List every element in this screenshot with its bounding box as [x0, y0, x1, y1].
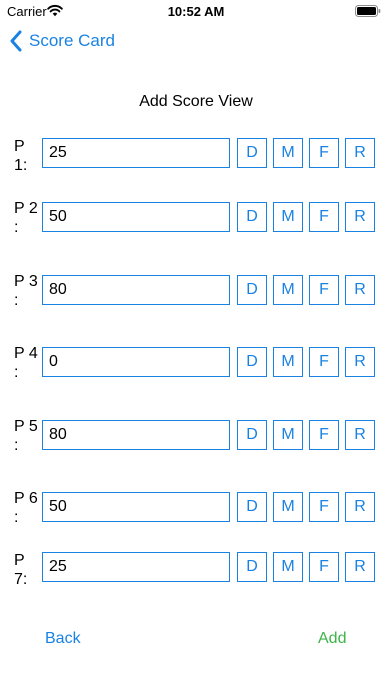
option-button-m[interactable]: M [273, 347, 303, 377]
status-bar: Carrier 10:52 AM [0, 0, 392, 22]
score-input[interactable] [42, 138, 230, 168]
chevron-left-icon [10, 30, 22, 52]
back-button[interactable]: Back [45, 630, 81, 648]
score-input[interactable] [42, 202, 230, 232]
option-button-r[interactable]: R [345, 202, 375, 232]
option-button-d[interactable]: D [237, 202, 267, 232]
option-button-m[interactable]: M [273, 552, 303, 582]
row-label: P 4 : [14, 345, 38, 381]
option-button-r[interactable]: R [345, 552, 375, 582]
option-button-r[interactable]: R [345, 275, 375, 305]
option-button-d[interactable]: D [237, 552, 267, 582]
battery-icon [355, 5, 381, 17]
score-input[interactable] [42, 275, 230, 305]
option-button-m[interactable]: M [273, 138, 303, 168]
row-label: P 3 : [14, 273, 38, 309]
option-button-m[interactable]: M [273, 202, 303, 232]
row-label: P 5 : [14, 418, 38, 454]
option-button-r[interactable]: R [345, 347, 375, 377]
row-label: P 2 : [14, 200, 38, 236]
option-button-r[interactable]: R [345, 492, 375, 522]
score-input[interactable] [42, 420, 230, 450]
option-button-f[interactable]: F [309, 420, 339, 450]
nav-back-button[interactable]: Score Card [9, 28, 115, 54]
option-button-f[interactable]: F [309, 138, 339, 168]
option-button-r[interactable]: R [345, 138, 375, 168]
row-label: P 1: [14, 138, 28, 174]
nav-back-label: Score Card [29, 31, 115, 50]
option-button-d[interactable]: D [237, 420, 267, 450]
option-button-r[interactable]: R [345, 420, 375, 450]
score-input[interactable] [42, 347, 230, 377]
score-input[interactable] [42, 492, 230, 522]
option-button-f[interactable]: F [309, 347, 339, 377]
option-button-f[interactable]: F [309, 202, 339, 232]
option-button-m[interactable]: M [273, 420, 303, 450]
status-time: 10:52 AM [167, 4, 225, 19]
option-button-d[interactable]: D [237, 347, 267, 377]
option-button-f[interactable]: F [309, 492, 339, 522]
page-title: Add Score View [139, 93, 253, 110]
option-button-d[interactable]: D [237, 492, 267, 522]
option-button-f[interactable]: F [309, 552, 339, 582]
option-button-f[interactable]: F [309, 275, 339, 305]
add-button[interactable]: Add [318, 630, 346, 648]
row-label: P 6 : [14, 490, 38, 526]
option-button-m[interactable]: M [273, 275, 303, 305]
row-label: P 7: [14, 552, 28, 588]
option-button-d[interactable]: D [237, 275, 267, 305]
add-score-screen: Carrier 10:52 AM Score Card Add Score Vi… [0, 0, 392, 696]
score-input[interactable] [42, 552, 230, 582]
option-button-d[interactable]: D [237, 138, 267, 168]
option-button-m[interactable]: M [273, 492, 303, 522]
